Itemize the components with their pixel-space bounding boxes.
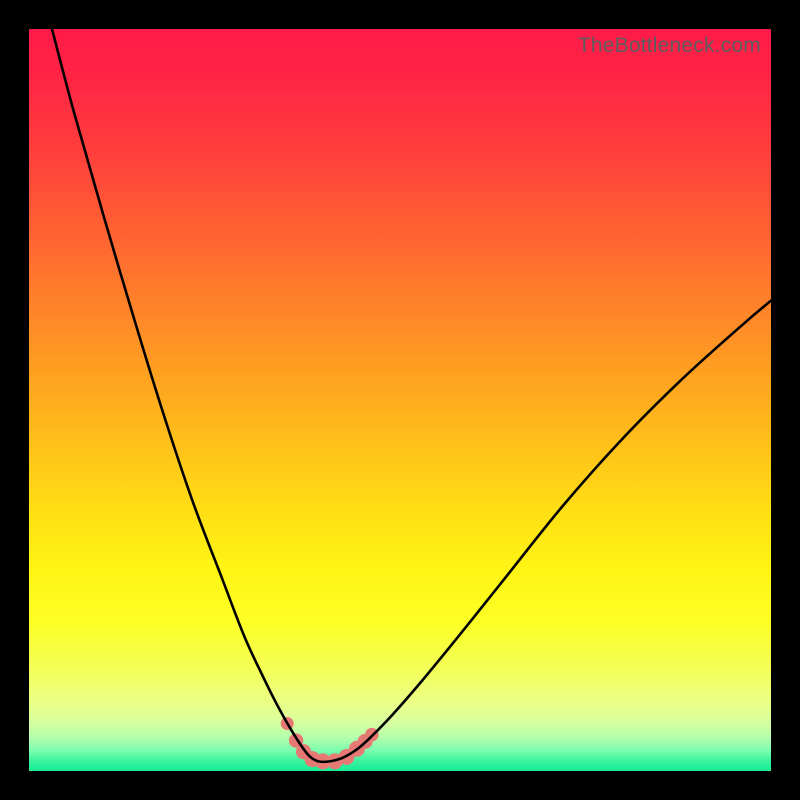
bottleneck-curve: [52, 29, 771, 762]
chart-frame: TheBottleneck.com: [0, 0, 800, 800]
curve-layer: [29, 29, 771, 771]
plot-area: TheBottleneck.com: [29, 29, 771, 771]
watermark-text: TheBottleneck.com: [578, 34, 761, 58]
